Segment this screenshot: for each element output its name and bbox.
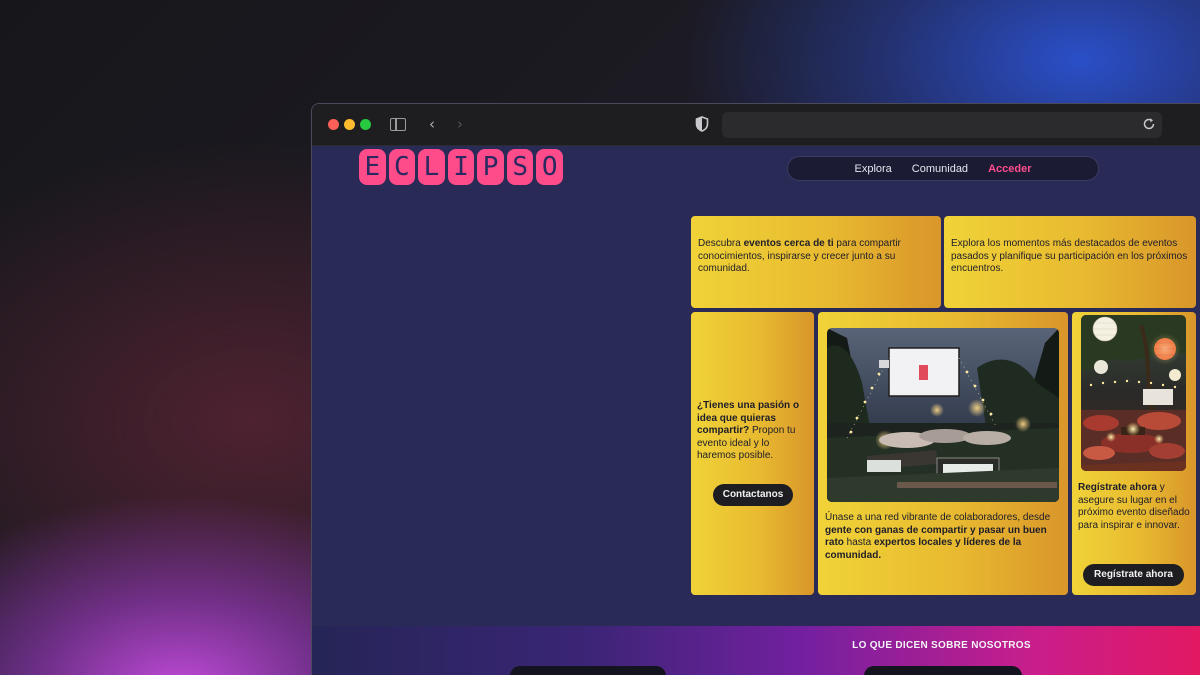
logo-letter: O xyxy=(536,149,564,185)
events-near-text: Descubra eventos cerca de ti para compar… xyxy=(698,238,933,276)
logo-letter: I xyxy=(447,149,475,185)
reload-icon[interactable] xyxy=(1142,117,1156,131)
passion-card: ¿Tienes una pasión o idea que quieras co… xyxy=(691,312,814,595)
register-text: Regístrate ahora y asegure su lugar en e… xyxy=(1078,482,1190,532)
sidebar-toggle-icon[interactable] xyxy=(390,118,406,131)
nav-link-acceder[interactable]: Acceder xyxy=(988,163,1031,175)
eclipso-logo[interactable]: E C L I P S O xyxy=(359,149,564,185)
logo-letter: E xyxy=(359,149,386,185)
testimonials-title: LO QUE DICEN SOBRE NOSOTROS xyxy=(852,640,1031,651)
minimize-window-button[interactable] xyxy=(344,119,355,130)
highlights-card: Explora los momentos más destacados de e… xyxy=(944,216,1196,308)
text-emphasis: eventos cerca de ti xyxy=(743,238,834,249)
text-emphasis: Regístrate ahora xyxy=(1078,482,1157,493)
nav-link-explora[interactable]: Explora xyxy=(855,163,892,175)
register-card: Regístrate ahora y asegure su lugar en e… xyxy=(1072,312,1196,595)
text-segment: hasta xyxy=(843,537,874,549)
testimonial-card xyxy=(864,666,1022,675)
events-near-card: Descubra eventos cerca de ti para compar… xyxy=(691,216,941,308)
register-button[interactable]: Regístrate ahora xyxy=(1083,564,1184,586)
highlights-text: Explora los momentos más destacados de e… xyxy=(951,238,1188,275)
browser-toolbar: ‹ › xyxy=(312,104,1200,146)
web-page: E C L I P S O Explora Comunidad Acceder … xyxy=(312,146,1200,675)
outdoor-cinema-photo xyxy=(827,328,1059,502)
close-window-button[interactable] xyxy=(328,119,339,130)
logo-letter: C xyxy=(388,149,416,185)
network-text: Únase a una red vibrante de colaboradore… xyxy=(825,512,1060,562)
address-bar[interactable] xyxy=(722,112,1162,138)
logo-letter: L xyxy=(418,149,445,185)
contact-button[interactable]: Contactanos xyxy=(713,484,793,506)
lantern-garden-photo xyxy=(1081,315,1186,471)
zoom-window-button[interactable] xyxy=(360,119,371,130)
browser-window: ‹ › E C L I P S O Explora Comunidad Acce… xyxy=(311,103,1200,675)
back-arrow-icon[interactable]: ‹ xyxy=(424,116,440,132)
passion-text: ¿Tienes una pasión o idea que quieras co… xyxy=(697,400,808,463)
testimonial-card xyxy=(510,666,666,675)
nav-link-comunidad[interactable]: Comunidad xyxy=(912,163,968,175)
text-segment: Descubra xyxy=(698,238,744,249)
logo-letter: S xyxy=(506,149,534,185)
network-card: Únase a una red vibrante de colaboradore… xyxy=(818,312,1068,595)
shield-icon[interactable] xyxy=(695,116,709,132)
forward-arrow-icon[interactable]: › xyxy=(452,116,468,132)
testimonials-section: LO QUE DICEN SOBRE NOSOTROS xyxy=(312,626,1200,675)
logo-letter: P xyxy=(477,149,504,185)
main-nav: Explora Comunidad Acceder xyxy=(787,156,1099,181)
text-segment: Únase a una red vibrante de colaboradore… xyxy=(825,512,1051,523)
